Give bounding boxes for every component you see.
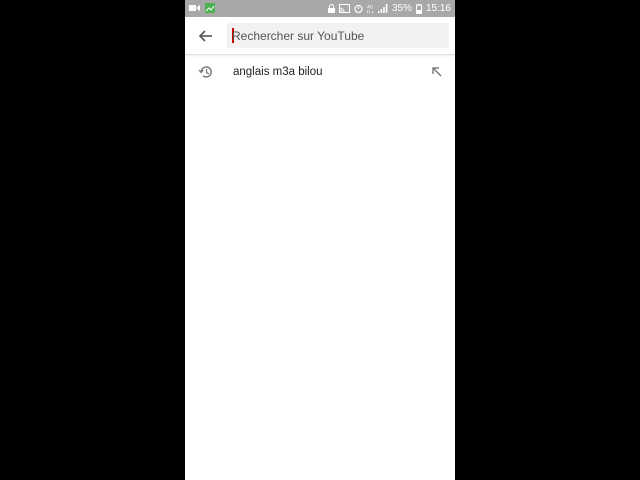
video-camera-icon	[189, 5, 200, 11]
fill-query-arrow-icon[interactable]	[431, 66, 443, 78]
alarm-icon	[354, 4, 363, 13]
status-bar-right: 4G H+ 35% 15:16	[327, 2, 451, 15]
hd-voice-icon: 4G H+	[367, 4, 374, 14]
status-time: 15:16	[425, 3, 451, 14]
cast-icon	[338, 4, 350, 13]
arrow-back-icon	[198, 30, 212, 42]
history-icon	[198, 66, 212, 78]
search-input[interactable]	[232, 23, 442, 48]
search-toolbar	[185, 17, 455, 55]
search-field[interactable]	[227, 23, 449, 48]
back-button[interactable]	[195, 25, 217, 47]
battery-icon	[415, 3, 422, 14]
suggestion-text: anglais m3a bilou	[233, 66, 323, 78]
gallery-icon	[205, 3, 215, 13]
suggestion-item[interactable]: anglais m3a bilou	[185, 57, 455, 87]
battery-percent: 35%	[391, 3, 412, 14]
status-bar: 4G H+ 35% 15:16	[185, 0, 455, 17]
status-bar-left	[189, 3, 215, 13]
signal-icon	[377, 4, 388, 13]
phone-screen: 4G H+ 35% 15:16 Rechercher sur YouTube a…	[185, 0, 455, 480]
lock-icon	[327, 4, 335, 13]
svg-text:H+: H+	[367, 9, 374, 14]
